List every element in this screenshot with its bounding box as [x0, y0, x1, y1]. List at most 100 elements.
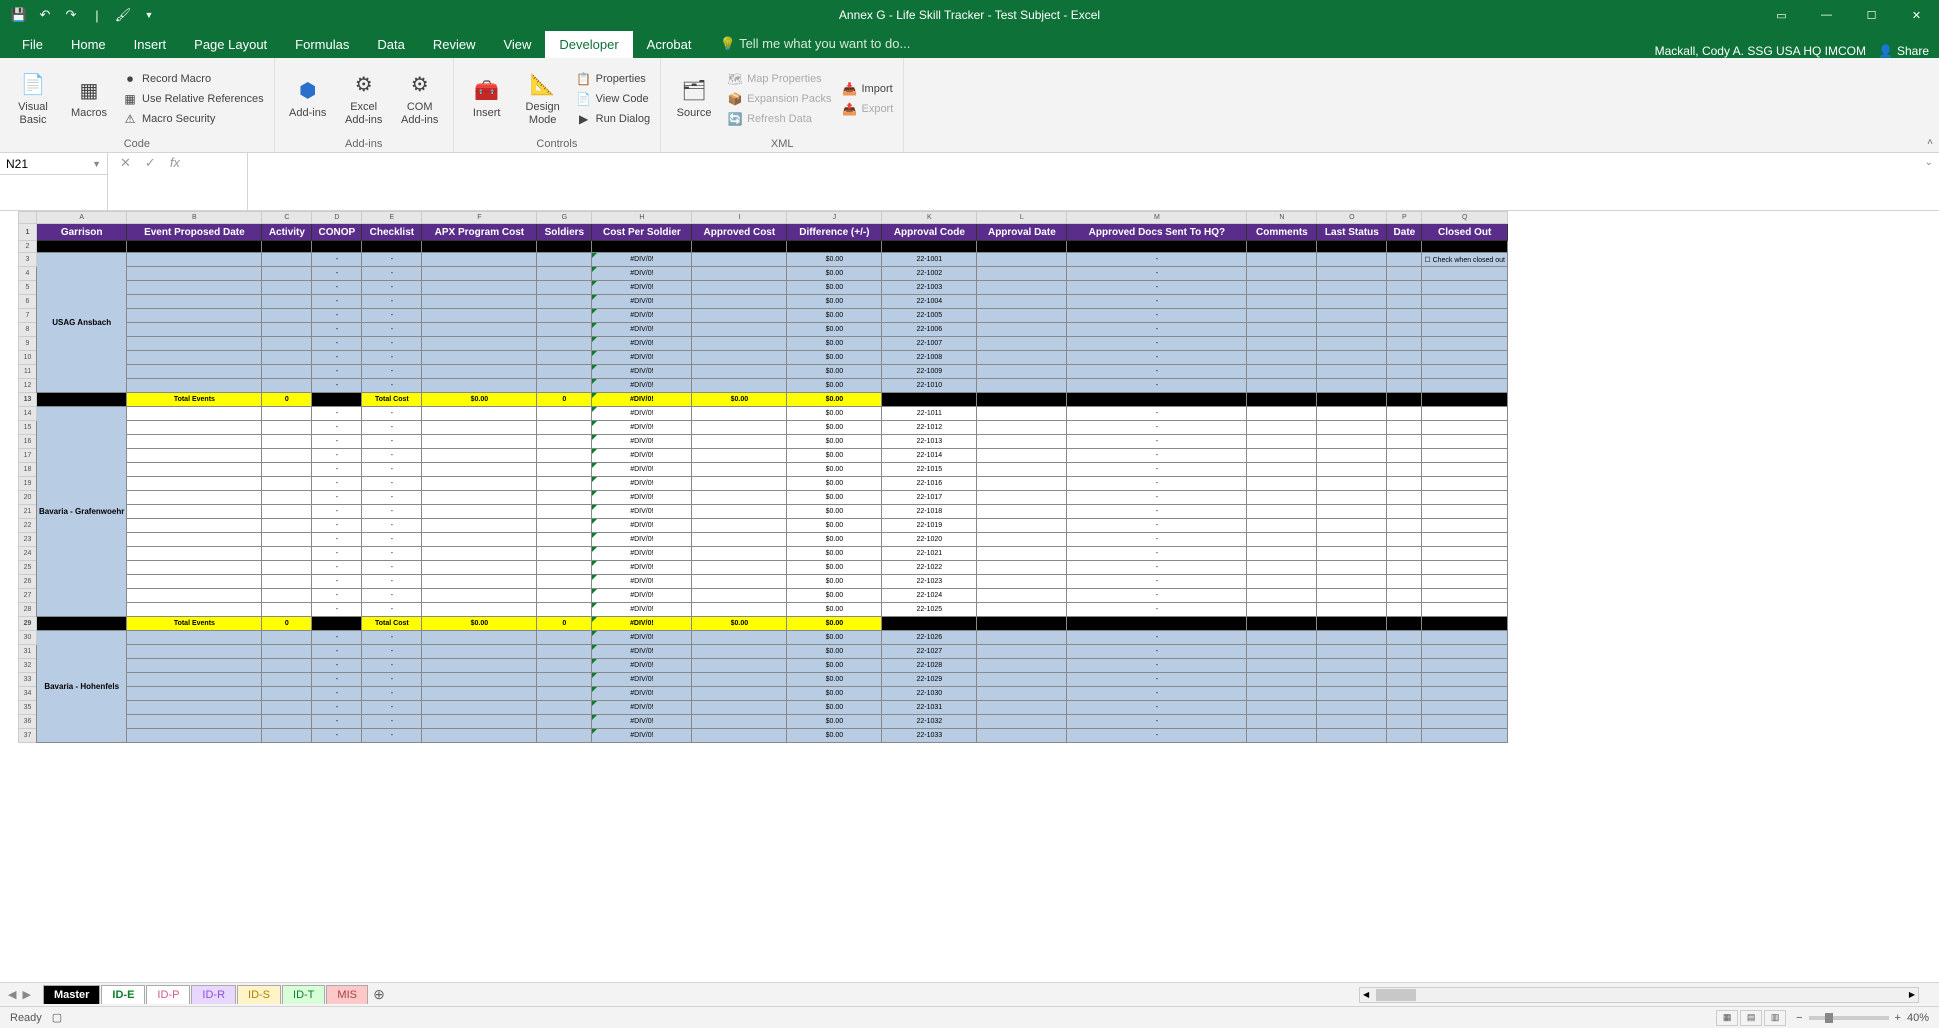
cell[interactable]: [692, 575, 787, 589]
cell[interactable]: $0.00: [787, 393, 882, 407]
cell[interactable]: [1317, 241, 1387, 253]
cell[interactable]: [422, 281, 537, 295]
row-header[interactable]: 20: [19, 491, 37, 505]
cell[interactable]: #DIV/0!: [592, 435, 692, 449]
cell[interactable]: [422, 589, 537, 603]
cell[interactable]: [1387, 631, 1422, 645]
cell[interactable]: [1422, 519, 1508, 533]
cell[interactable]: [977, 379, 1067, 393]
cell[interactable]: [1387, 575, 1422, 589]
cell[interactable]: [127, 253, 262, 267]
run-dialog-button[interactable]: ▶Run Dialog: [574, 110, 652, 128]
cell[interactable]: [1247, 393, 1317, 407]
row-header[interactable]: 13: [19, 393, 37, 407]
cell[interactable]: [537, 463, 592, 477]
cell[interactable]: [262, 533, 312, 547]
col-header[interactable]: F: [422, 212, 537, 224]
row-header[interactable]: 8: [19, 323, 37, 337]
cell[interactable]: [977, 533, 1067, 547]
cell[interactable]: -: [1067, 281, 1247, 295]
cell[interactable]: -: [1067, 533, 1247, 547]
row-header[interactable]: 29: [19, 617, 37, 631]
cell[interactable]: [422, 435, 537, 449]
cell[interactable]: [1317, 589, 1387, 603]
cell[interactable]: [977, 617, 1067, 631]
cell[interactable]: [1422, 533, 1508, 547]
cell[interactable]: [692, 701, 787, 715]
cell[interactable]: -: [312, 645, 362, 659]
cell[interactable]: [1422, 575, 1508, 589]
cell[interactable]: 22-1031: [882, 701, 977, 715]
cell[interactable]: -: [312, 701, 362, 715]
col-header[interactable]: A: [37, 212, 127, 224]
cell[interactable]: Closed Out: [1422, 224, 1508, 241]
scroll-left-icon[interactable]: ◀: [1360, 990, 1372, 999]
cell[interactable]: [262, 295, 312, 309]
cell[interactable]: -: [362, 715, 422, 729]
cell[interactable]: [977, 241, 1067, 253]
col-header[interactable]: D: [312, 212, 362, 224]
cell[interactable]: [127, 729, 262, 743]
cell[interactable]: [262, 351, 312, 365]
cell[interactable]: #DIV/0!: [592, 407, 692, 421]
cell[interactable]: -: [312, 519, 362, 533]
cell[interactable]: [537, 281, 592, 295]
macros-button[interactable]: ▦Macros: [64, 62, 114, 136]
cell[interactable]: -: [312, 575, 362, 589]
cell[interactable]: [977, 435, 1067, 449]
row-header[interactable]: 25: [19, 561, 37, 575]
cell[interactable]: [692, 365, 787, 379]
cell[interactable]: [1317, 701, 1387, 715]
cell[interactable]: [1067, 393, 1247, 407]
cell[interactable]: [422, 561, 537, 575]
cell[interactable]: #DIV/0!: [592, 491, 692, 505]
cell[interactable]: 22-1020: [882, 533, 977, 547]
cell[interactable]: [422, 687, 537, 701]
cell[interactable]: [127, 435, 262, 449]
cell[interactable]: [977, 351, 1067, 365]
cell[interactable]: [1317, 673, 1387, 687]
cell[interactable]: [422, 631, 537, 645]
scroll-thumb[interactable]: [1376, 989, 1416, 1001]
cell[interactable]: 22-1005: [882, 309, 977, 323]
cell[interactable]: -: [312, 267, 362, 281]
row-header[interactable]: 24: [19, 547, 37, 561]
cell[interactable]: [537, 435, 592, 449]
cell[interactable]: [537, 519, 592, 533]
cell[interactable]: [1317, 561, 1387, 575]
cell[interactable]: 22-1033: [882, 729, 977, 743]
row-header[interactable]: 26: [19, 575, 37, 589]
cell[interactable]: [422, 547, 537, 561]
cell[interactable]: [1422, 715, 1508, 729]
cell[interactable]: [537, 715, 592, 729]
cell[interactable]: [1247, 295, 1317, 309]
cell[interactable]: [977, 295, 1067, 309]
cell[interactable]: -: [362, 365, 422, 379]
cell[interactable]: [1247, 267, 1317, 281]
cell[interactable]: [1317, 351, 1387, 365]
cell[interactable]: [1247, 519, 1317, 533]
zoom-thumb[interactable]: [1825, 1013, 1833, 1023]
cell[interactable]: -: [1067, 659, 1247, 673]
cell[interactable]: $0.00: [787, 659, 882, 673]
cell[interactable]: #DIV/0!: [592, 281, 692, 295]
cell[interactable]: 22-1002: [882, 267, 977, 281]
tab-file[interactable]: File: [8, 31, 57, 58]
cell[interactable]: [262, 603, 312, 617]
cell[interactable]: -: [1067, 575, 1247, 589]
cell[interactable]: -: [362, 701, 422, 715]
cell[interactable]: 22-1016: [882, 477, 977, 491]
cell[interactable]: [422, 491, 537, 505]
cell[interactable]: [262, 519, 312, 533]
cell[interactable]: [127, 603, 262, 617]
cell[interactable]: [537, 575, 592, 589]
cell[interactable]: -: [362, 435, 422, 449]
cell[interactable]: $0.00: [787, 351, 882, 365]
cell[interactable]: [262, 729, 312, 743]
cell[interactable]: -: [362, 477, 422, 491]
cell[interactable]: [127, 323, 262, 337]
cell[interactable]: [262, 463, 312, 477]
cell[interactable]: [977, 267, 1067, 281]
cell[interactable]: [1247, 729, 1317, 743]
cell[interactable]: [422, 729, 537, 743]
